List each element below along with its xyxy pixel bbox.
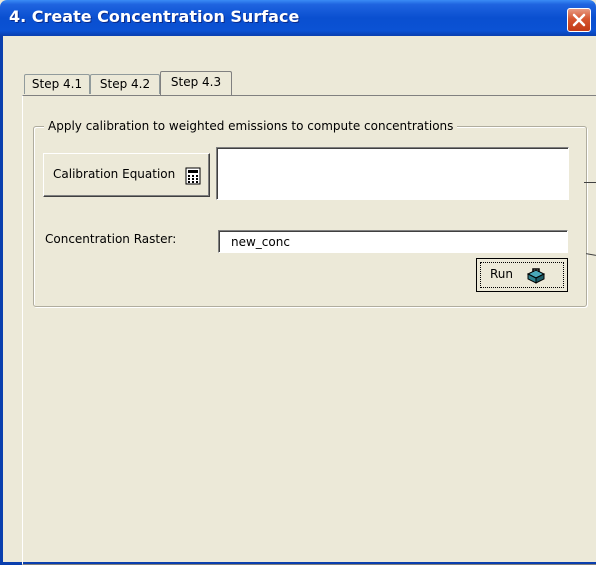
calibration-equation-field[interactable] (216, 147, 569, 200)
tab-step-4-2[interactable]: Step 4.2 (90, 74, 160, 94)
tab-step-4-3[interactable]: Step 4.3 (160, 71, 232, 95)
window-frame-left (0, 36, 3, 565)
calibration-equation-button[interactable]: Calibration Equation (43, 153, 210, 197)
groupbox-legend: Apply calibration to weighted emissions … (44, 117, 458, 135)
concentration-raster-label: Concentration Raster: (45, 232, 177, 246)
tab-step-4-1[interactable]: Step 4.1 (24, 74, 90, 94)
connector-line (584, 182, 596, 183)
run-label: Run (490, 267, 514, 281)
close-icon (572, 13, 586, 27)
title-bar[interactable]: 4. Create Concentration Surface (0, 0, 596, 36)
close-button[interactable] (567, 8, 591, 32)
calibration-equation-label: Calibration Equation (53, 167, 176, 181)
run-focus-rect: Run (480, 262, 564, 288)
calculator-icon (185, 167, 201, 185)
toolbox-icon (526, 268, 546, 284)
run-button[interactable]: Run (476, 258, 568, 292)
concentration-raster-input[interactable] (218, 230, 568, 253)
window-title: 4. Create Concentration Surface (9, 7, 300, 26)
